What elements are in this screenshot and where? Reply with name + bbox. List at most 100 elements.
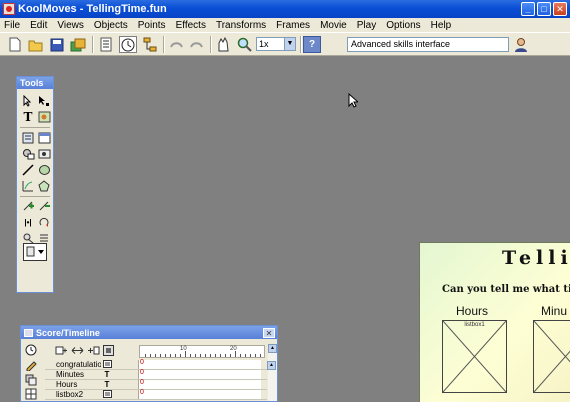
first-frame-marker: 0 [140,369,144,376]
menu-effects[interactable]: Effects [171,20,211,31]
insert-keyframe-icon[interactable] [87,345,100,358]
stage-listbox-hours[interactable]: listbox1 [442,320,507,393]
export-icon[interactable] [69,36,87,53]
oval-tool-icon[interactable] [37,163,51,177]
layer-name[interactable]: congratulation [45,360,101,369]
stage-listbox-minutes[interactable] [533,320,570,393]
layer-frames[interactable]: 0 [138,359,261,369]
remove-point-icon[interactable] [37,199,51,213]
layer-frames[interactable]: 0 [138,369,261,379]
menu-points[interactable]: Points [133,20,171,31]
layers-icon[interactable] [24,373,38,386]
scale-tool-icon[interactable]: |•| [21,215,35,229]
shapes-tool-icon[interactable] [21,147,35,161]
curve-tool-icon[interactable] [21,179,35,193]
menu-views[interactable]: Views [52,20,89,31]
document-properties-icon[interactable] [97,36,115,53]
listbox-icon [101,389,113,400]
koolmoves-app-icon[interactable] [3,3,15,15]
select-arrow-icon[interactable] [21,94,35,108]
zoom-magnifier-icon[interactable] [235,36,253,53]
clock-timeline-icon[interactable] [119,36,137,53]
button-tool-icon[interactable] [37,147,51,161]
maximize-button[interactable]: □ [537,2,551,16]
window-tool-icon[interactable] [37,131,51,145]
user-avatar-icon[interactable] [512,36,530,53]
open-folder-icon[interactable] [27,36,45,53]
timeline-window-icon [24,328,33,337]
zoom-level-select[interactable]: 1x ▼ [256,37,296,51]
layer-row[interactable]: Minutes T 0 [45,369,267,380]
close-button[interactable]: ✕ [553,2,567,16]
menu-play[interactable]: Play [352,20,381,31]
layer-name[interactable]: Minutes [45,370,101,379]
stage-title-text[interactable]: Telli [502,247,570,269]
add-frame-icon[interactable] [55,345,68,358]
frame-ruler[interactable]: 10 20 [139,345,265,358]
main-toolbar: 1x ▼ ? Advanced skills interface [0,32,570,56]
text-tool-icon[interactable]: T [21,110,35,124]
menu-transforms[interactable]: Transforms [211,20,271,31]
menu-movie[interactable]: Movie [315,20,352,31]
scroll-up-icon[interactable]: ▲ [268,344,277,353]
ruler-label-10: 10 [180,346,187,352]
layer-name[interactable]: listbox2 [45,390,101,399]
stage-question-text[interactable]: Can you tell me what time [442,284,570,295]
close-icon[interactable]: ✕ [263,327,275,338]
line-tool-icon[interactable] [21,163,35,177]
image-tool-icon[interactable] [37,110,51,124]
layer-row[interactable]: congratulation 0 ▲ [45,359,276,370]
layer-row[interactable]: listbox2 0 [45,389,267,400]
frame-tool-icon[interactable] [21,131,35,145]
hand-pan-icon[interactable] [214,36,232,53]
first-frame-marker: 0 [140,389,144,396]
chevron-down-icon[interactable]: ▼ [284,38,295,50]
layer-name[interactable]: Hours [45,380,101,389]
scroll-up-icon[interactable]: ▲ [267,361,276,370]
minimize-button[interactable]: _ [521,2,535,16]
score-timeline-title-bar[interactable]: Score/Timeline ✕ [21,326,277,339]
layer-list: congratulation 0 ▲ Minutes T 0 Hours T 0… [45,359,276,401]
undo-icon[interactable] [167,36,185,53]
score-toolbar [55,344,114,358]
stage-hours-label[interactable]: Hours [456,304,488,318]
fill-color-selector[interactable] [23,243,47,261]
point-select-icon[interactable] [37,94,51,108]
score-timeline-panel: Score/Timeline ✕ 10 20 ▲ congratulati 0 … [20,325,278,402]
score-vertical-scrollbar[interactable]: ▲ [268,344,277,401]
redo-icon[interactable] [188,36,206,53]
hierarchy-icon[interactable] [141,36,159,53]
menu-objects[interactable]: Objects [89,20,133,31]
stage-minutes-label[interactable]: Minu [541,304,567,318]
menu-frames[interactable]: Frames [271,20,315,31]
menu-bar: File Edit Views Objects Points Effects T… [0,18,570,32]
polygon-tool-icon[interactable] [37,179,51,193]
layer-properties-icon[interactable] [103,344,114,358]
layer-frames[interactable]: 0 [138,379,261,389]
new-file-icon[interactable] [6,36,24,53]
layer-row[interactable]: Hours T 0 [45,379,267,390]
grid-icon[interactable] [24,387,38,400]
stretch-frames-icon[interactable] [71,345,84,358]
menu-options[interactable]: Options [381,20,425,31]
menu-help[interactable]: Help [426,20,457,31]
menu-edit[interactable]: Edit [25,20,52,31]
rotate-tool-icon[interactable] [37,215,51,229]
save-disk-icon[interactable] [48,36,66,53]
movie-stage[interactable]: Telli Can you tell me what time Hours Mi… [419,242,570,402]
first-frame-marker: 0 [140,359,144,366]
zoom-level-value: 1x [259,39,269,49]
listbox-icon [101,359,113,370]
pen-icon[interactable] [24,358,38,371]
add-point-icon[interactable] [21,199,35,213]
score-side-tools [23,342,39,401]
help-question-icon[interactable]: ? [303,36,321,53]
interface-mode-field[interactable]: Advanced skills interface [347,37,509,52]
first-frame-marker: 0 [140,379,144,386]
layer-frames[interactable]: 0 [138,389,261,399]
clock-icon[interactable] [24,343,38,356]
score-timeline-title: Score/Timeline [36,327,100,338]
ruler-label-20: 20 [230,346,237,352]
menu-file[interactable]: File [0,20,25,31]
window-title: KoolMoves - TellingTime.fun [18,3,167,15]
